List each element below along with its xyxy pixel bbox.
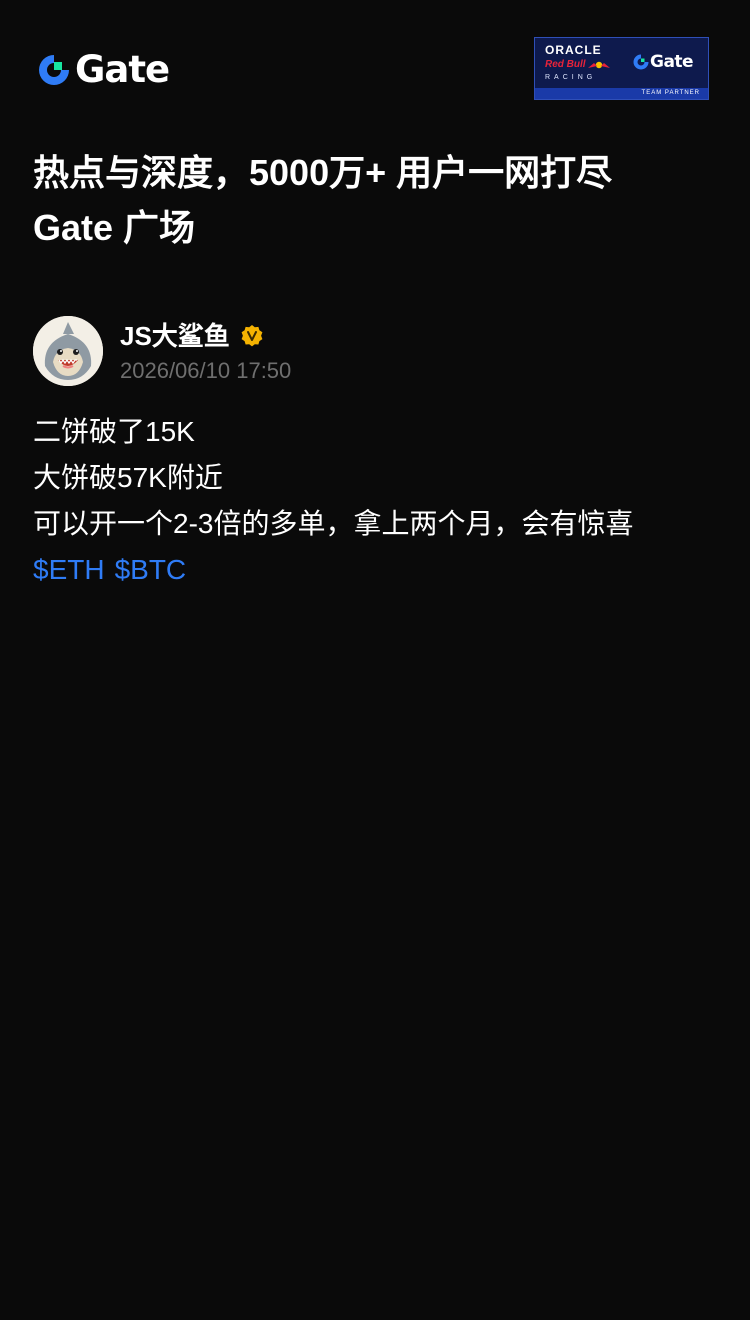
author-name-row: JS大鲨鱼: [120, 318, 264, 354]
post-line-1: 二饼破了15K: [33, 416, 195, 447]
post-content: 二饼破了15K 大饼破57K附近 可以开一个2-3倍的多单，拿上两个月，会有惊喜…: [33, 409, 723, 593]
partner-gate-logo: Gate: [632, 52, 694, 72]
logo-text: Gate: [75, 48, 170, 91]
tag-link-btc[interactable]: $BTC: [115, 547, 187, 593]
partner-gate-icon: [633, 54, 649, 70]
oracle-text: ORACLE: [545, 43, 602, 57]
gate-logo[interactable]: Gate: [36, 48, 170, 91]
title-line-1: 热点与深度，5000万+ 用户一网打尽: [33, 152, 613, 193]
gate-logo-icon: [39, 55, 69, 85]
title-line-2: Gate 广场: [33, 207, 196, 248]
racing-text: RACING: [545, 74, 597, 81]
shark-avatar: [33, 316, 103, 386]
app-header: Gate ORACLE Red Bull RACING Gate TEAM PA…: [0, 0, 750, 130]
team-partner-badge: ORACLE Red Bull RACING Gate TEAM PARTNER: [534, 37, 709, 100]
redbull-logo: Red Bull: [545, 58, 621, 71]
page-title: 热点与深度，5000万+ 用户一网打尽 Gate 广场: [33, 145, 723, 255]
verified-badge-icon: [241, 325, 263, 347]
post-tags: $ETH $BTC: [33, 547, 723, 593]
partner-gate-text: Gate: [650, 52, 694, 72]
team-partner-text: TEAM PARTNER: [641, 90, 700, 96]
tag-link-eth[interactable]: $ETH: [33, 547, 105, 593]
oracle-redbull-logo: ORACLE Red Bull RACING: [545, 44, 621, 83]
redbull-bulls-icon: [587, 61, 610, 68]
avatar[interactable]: [33, 316, 103, 386]
post-timestamp: 2026/06/10 17:50: [120, 358, 292, 383]
post-author: JS大鲨鱼 2026/06/10 17:50: [33, 316, 633, 388]
author-name[interactable]: JS大鲨鱼: [120, 318, 230, 354]
post-line-3: 可以开一个2-3倍的多单，拿上两个月，会有惊喜: [33, 508, 634, 539]
post-line-2: 大饼破57K附近: [33, 462, 223, 493]
redbull-text: Red Bull: [545, 58, 586, 70]
